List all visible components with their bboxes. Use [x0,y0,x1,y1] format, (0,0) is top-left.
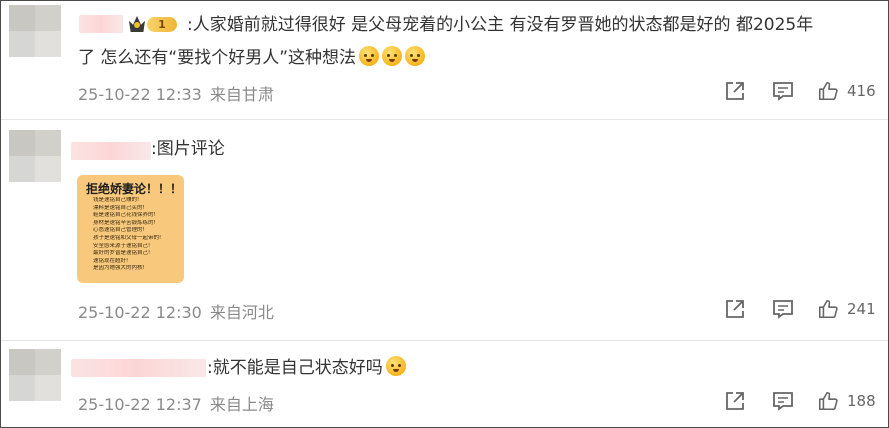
image-line: 漂料是速铭自己买的! [93,204,145,211]
avatar[interactable] [9,130,61,182]
comment-date: 25-10-22 12:37 [78,395,202,414]
comment-meta: 25-10-22 12:37 来自上海 [78,391,274,415]
comment-date: 25-10-22 12:30 [78,303,202,322]
badge-level: 1 [147,17,177,32]
comment-actions: 416 [723,79,883,103]
reply-button[interactable] [771,389,795,413]
comment-text-line1: :人家婚前就过得很好 是父母宠着的小公主 有没有罗晋她的状态都是好的 都2025… [187,15,814,35]
vip-badge: 1 [129,15,181,35]
username-blurred[interactable] [71,142,151,160]
smile-emoji-icon [359,46,380,66]
comment-text-content: :就不能是自己状态好吗 [207,358,383,378]
like-button[interactable]: 241 [817,297,876,321]
like-count: 416 [847,82,876,100]
image-line: 是因为她强大的内核! [93,265,145,272]
like-count: 241 [847,300,876,318]
comment-location: 来自河北 [209,303,274,322]
image-title: 拒绝娇妻论！！！ [83,180,183,197]
image-line: 身材是速铭辛苦锻炼练的! [93,219,156,226]
smile-emoji-icon [405,46,426,66]
comment-actions: 188 [723,389,883,413]
comment-meta: 25-10-22 12:30 来自河北 [78,299,274,323]
comment-text-line2: 了 怎么还有“要找个好男人”这种想法 [78,44,426,73]
avatar[interactable] [9,5,61,57]
username-blurred[interactable] [79,15,123,33]
reply-button[interactable] [771,79,795,103]
smile-emoji-icon [385,356,406,376]
image-line: 孩子是速铭和父母一起带的! [93,234,162,241]
image-text-lines: 钱是速铭自己赚的! 漂料是速铭自己买的! 鞋是速铭自己花钱保养的! 身材是速铭辛… [93,197,176,273]
comment-location: 来自上海 [209,395,274,414]
username-blurred[interactable] [71,359,206,377]
share-button[interactable] [723,389,747,413]
image-line: 最好的罗晋是速铭自己! [93,250,151,257]
reply-button[interactable] [771,297,795,321]
comment-text: :图片评论 [151,139,225,159]
thumbs-up-icon [818,391,838,411]
share-icon [726,300,744,318]
share-button[interactable] [723,79,747,103]
comment-list: 1 :人家婚前就过得很好 是父母宠着的小公主 有没有罗晋她的状态都是好的 都20… [0,0,889,428]
comment-location: 来自甘肃 [209,85,274,104]
comment-actions: 241 [723,297,883,321]
share-icon [726,392,744,410]
share-button[interactable] [723,297,747,321]
image-line: 钱是速铭自己赚的! [93,197,140,203]
image-line: 安全感来源于速铭自己! [93,242,151,249]
comment-item: :就不能是自己状态好吗 25-10-22 12:37 来自上海 188 [1,341,888,427]
like-button[interactable]: 188 [817,389,876,413]
comment-image[interactable]: 拒绝娇妻论！！！ 钱是速铭自己赚的! 漂料是速铭自己买的! 鞋是速铭自己花钱保养… [77,175,184,283]
share-icon [726,82,744,100]
avatar[interactable] [9,349,61,401]
like-button[interactable]: 416 [817,79,876,103]
comment-icon [773,82,793,101]
smile-emoji-icon [382,46,403,66]
image-title-text: 拒绝娇妻论！！！ [86,182,183,196]
like-count: 188 [847,392,876,410]
image-line: 鞋是速铭自己花钱保养的! [93,212,156,219]
comment-text: :就不能是自己状态好吗 [207,354,406,383]
comment-icon [773,392,793,411]
comment-text-line2-content: 了 怎么还有“要找个好男人”这种想法 [78,48,357,68]
image-line: 速铭现在超好! [93,257,129,264]
comment-date: 25-10-22 12:33 [78,85,202,104]
thumbs-up-icon [818,81,838,101]
thumbs-up-icon [818,299,838,319]
comment-meta: 25-10-22 12:33 来自甘肃 [78,81,274,105]
comment-item: 1 :人家婚前就过得很好 是父母宠着的小公主 有没有罗晋她的状态都是好的 都20… [1,1,888,119]
image-line: 心态速铭自己管理的! [93,227,145,234]
comment-icon [773,300,793,319]
